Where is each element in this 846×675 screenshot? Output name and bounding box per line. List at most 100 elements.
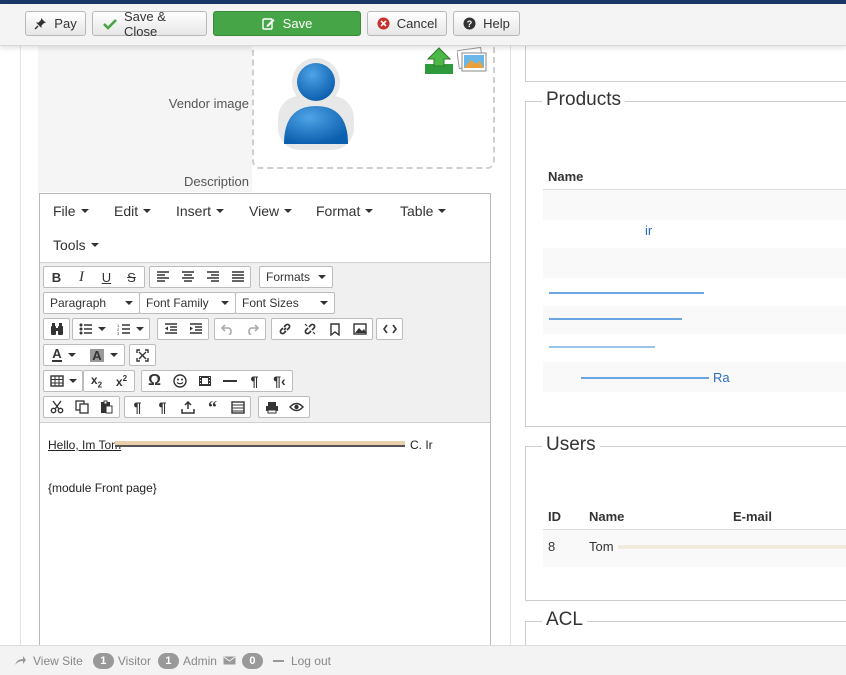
- emoticon-icon[interactable]: [167, 371, 192, 391]
- pay-button[interactable]: Pay: [25, 11, 86, 36]
- text-color-icon[interactable]: A: [44, 345, 84, 365]
- code-group: [376, 318, 403, 340]
- table-row[interactable]: ir: [543, 220, 846, 248]
- messages[interactable]: 0: [223, 652, 267, 669]
- redacted-block: [115, 441, 405, 447]
- column-divider: [510, 46, 511, 645]
- list-group: 123: [72, 318, 150, 340]
- rtl-icon[interactable]: ¶‹: [267, 371, 292, 391]
- table-row[interactable]: [543, 190, 846, 220]
- product-link[interactable]: Ra: [713, 370, 730, 385]
- save-close-button[interactable]: Save & Close: [92, 9, 207, 39]
- fullscreen-icon[interactable]: [130, 345, 155, 365]
- font-sizes-dropdown[interactable]: Font Sizes: [235, 292, 335, 314]
- superscript-icon[interactable]: x2: [109, 371, 134, 391]
- table-row[interactable]: Ra: [543, 362, 846, 392]
- numbered-list-icon[interactable]: 123: [111, 319, 149, 339]
- media-icon[interactable]: [192, 371, 217, 391]
- caret-down-icon: [125, 301, 133, 305]
- unlink-icon[interactable]: [297, 319, 322, 339]
- image-gallery-icon[interactable]: [456, 46, 487, 79]
- preview-icon[interactable]: [284, 397, 309, 417]
- source-code-icon[interactable]: [377, 319, 402, 339]
- font-family-dropdown[interactable]: Font Family: [139, 292, 236, 314]
- ltr-icon[interactable]: ¶: [242, 371, 267, 391]
- users-column-email: E-mail: [733, 509, 773, 524]
- align-justify-icon[interactable]: [225, 267, 250, 287]
- save-button[interactable]: Save: [213, 11, 361, 36]
- align-center-icon[interactable]: [175, 267, 200, 287]
- italic-button[interactable]: I: [69, 267, 94, 287]
- content-line-1: Hello, Im Tom: [48, 438, 121, 452]
- copy-icon[interactable]: [69, 397, 94, 417]
- rich-text-editor: File Edit Insert View Format Table Tools…: [39, 193, 491, 663]
- align-left-icon[interactable]: [150, 267, 175, 287]
- content-line-1-end: C. Ir: [410, 438, 433, 452]
- menu-view[interactable]: View: [249, 203, 293, 219]
- table-row[interactable]: [543, 278, 846, 306]
- blockquote-icon[interactable]: “: [200, 397, 225, 417]
- subscript-icon[interactable]: x2: [84, 371, 109, 391]
- products-section: Products Name ir Ra: [525, 89, 846, 427]
- underline-button[interactable]: U: [94, 267, 119, 287]
- paragraph-dropdown[interactable]: Paragraph: [43, 292, 140, 314]
- table-row[interactable]: [543, 306, 846, 334]
- menu-format[interactable]: Format: [316, 203, 374, 219]
- redo-icon[interactable]: [240, 319, 265, 339]
- template-icon[interactable]: [225, 397, 250, 417]
- indent-group: [157, 318, 209, 340]
- upload-icon[interactable]: [423, 46, 455, 79]
- insert-image-icon[interactable]: [347, 319, 372, 339]
- show-blocks-icon[interactable]: ¶: [150, 397, 175, 417]
- view-site-link[interactable]: View Site: [14, 654, 83, 668]
- paragraph-label: Paragraph: [50, 296, 107, 310]
- insert-anchor-icon[interactable]: [175, 397, 200, 417]
- content-line-2: {module Front page}: [48, 481, 157, 495]
- undo-icon[interactable]: [215, 319, 240, 339]
- bullet-list-icon[interactable]: [73, 319, 111, 339]
- logout-link[interactable]: Log out: [272, 654, 331, 668]
- table-row[interactable]: [543, 334, 846, 362]
- table-row[interactable]: 8 Tom: [543, 530, 846, 567]
- bold-button[interactable]: B: [44, 267, 69, 287]
- user-id: 8: [548, 539, 556, 554]
- special-insert-group: Ω ¶ ¶‹: [141, 370, 293, 392]
- table-icon[interactable]: [44, 371, 82, 391]
- svg-text:?: ?: [467, 19, 473, 29]
- cancel-label: Cancel: [396, 16, 438, 31]
- strikethrough-button[interactable]: S: [119, 267, 144, 287]
- formats-label: Formats: [266, 270, 311, 284]
- help-button[interactable]: ? Help: [453, 11, 520, 36]
- paragraph-icon[interactable]: ¶: [125, 397, 150, 417]
- save-label: Save: [282, 16, 313, 31]
- paste-icon[interactable]: [94, 397, 119, 417]
- cancel-button[interactable]: Cancel: [367, 11, 447, 36]
- cut-icon[interactable]: [44, 397, 69, 417]
- vendor-image-box[interactable]: [252, 38, 495, 169]
- top-section-tail: [525, 46, 846, 82]
- table-row[interactable]: [543, 248, 846, 278]
- find-replace-icon[interactable]: [44, 319, 69, 339]
- link-icon[interactable]: [272, 319, 297, 339]
- horizontal-rule-icon[interactable]: [217, 371, 242, 391]
- block-group: ¶ ¶ “: [124, 396, 251, 418]
- users-section: Users ID Name E-mail 8 Tom: [525, 434, 846, 601]
- bookmark-icon[interactable]: [322, 319, 347, 339]
- background-color-icon[interactable]: A: [84, 345, 124, 365]
- admin-count: 1 Admin: [157, 652, 217, 669]
- outdent-icon[interactable]: [158, 319, 183, 339]
- caret-down-icon: [284, 209, 293, 213]
- font-sizes-label: Font Sizes: [242, 296, 299, 310]
- menu-edit[interactable]: Edit: [114, 203, 152, 219]
- menu-tools[interactable]: Tools: [53, 237, 99, 253]
- product-link[interactable]: ir: [645, 223, 652, 238]
- print-icon[interactable]: [259, 397, 284, 417]
- menu-insert[interactable]: Insert: [176, 203, 225, 219]
- editor-content[interactable]: Hello, Im Tom C. Ir {module Front page}: [40, 424, 490, 662]
- formats-dropdown[interactable]: Formats: [259, 266, 334, 288]
- menu-table[interactable]: Table: [400, 203, 447, 219]
- align-right-icon[interactable]: [200, 267, 225, 287]
- indent-icon[interactable]: [183, 319, 208, 339]
- omega-icon[interactable]: Ω: [142, 371, 167, 391]
- menu-file[interactable]: File: [53, 203, 89, 219]
